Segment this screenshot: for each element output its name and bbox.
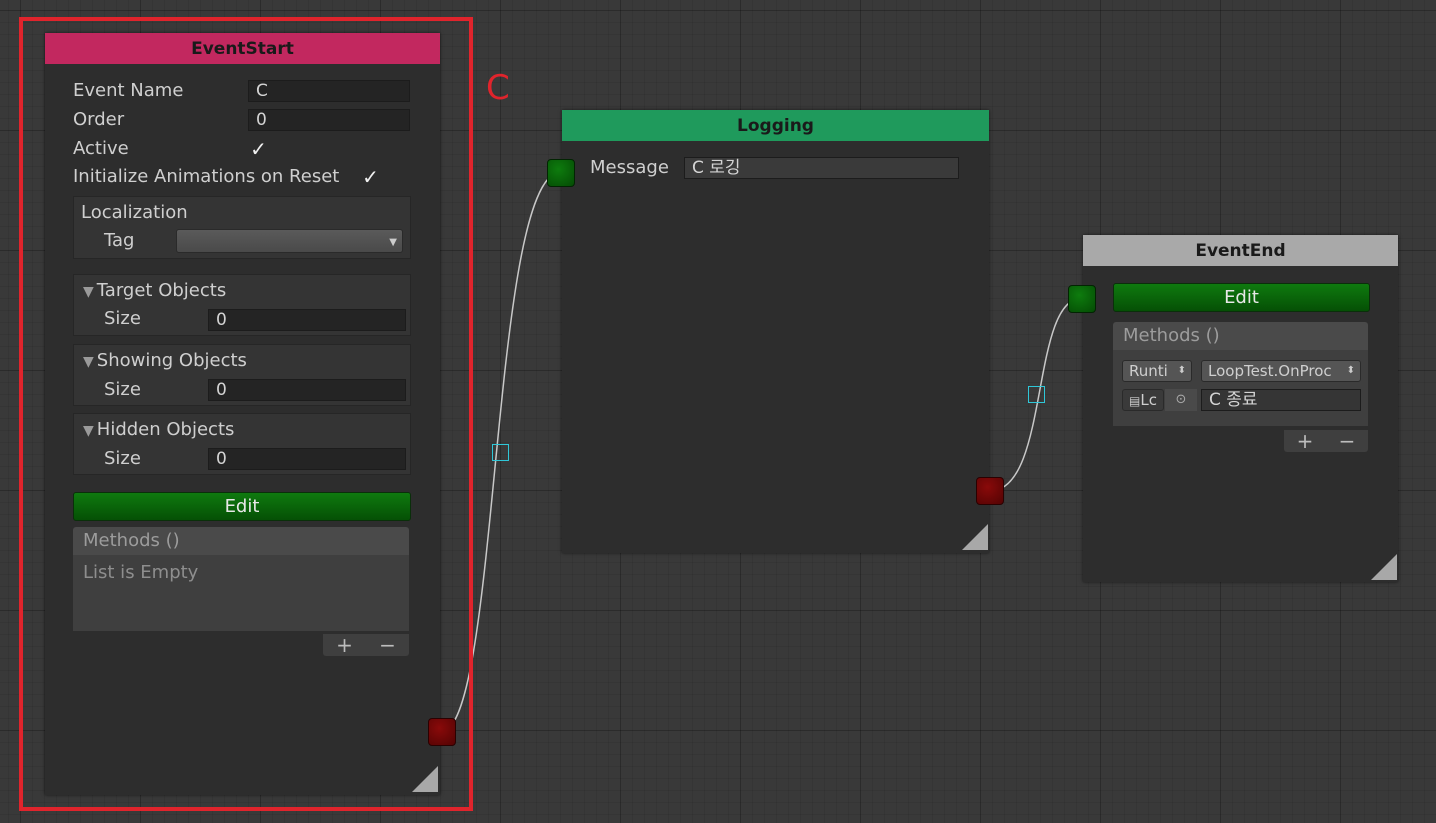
updown-arrows-icon: ⬍	[1346, 365, 1355, 376]
edit-button[interactable]: Edit	[1113, 283, 1370, 312]
logging-header[interactable]: Logging	[562, 110, 989, 141]
message-field[interactable]: C 로깅	[684, 157, 959, 179]
highlight-box	[19, 17, 473, 811]
object-picker-icon[interactable]: ⊙	[1165, 389, 1197, 411]
list-controls: + −	[1284, 429, 1368, 453]
updown-arrows-icon: ⬍	[1177, 365, 1186, 376]
object-value: Lc	[1140, 391, 1157, 409]
methods-list: Runti ⬍ LoopTest.OnProc ⬍ ▤Lc ⊙ C 종료	[1113, 350, 1368, 426]
add-icon[interactable]: +	[1297, 429, 1314, 453]
runtime-value: Runti	[1129, 362, 1168, 380]
message-label: Message	[590, 157, 669, 178]
resize-handle-icon[interactable]	[962, 524, 988, 550]
file-icon: ▤	[1129, 394, 1141, 408]
eventend-node[interactable]: EventEnd Edit Methods () Runti ⬍ LoopTes…	[1083, 235, 1398, 582]
object-field[interactable]: ▤Lc	[1122, 389, 1164, 411]
logging-node[interactable]: Logging Message C 로깅	[562, 110, 989, 553]
runtime-dropdown[interactable]: Runti ⬍	[1122, 360, 1192, 382]
remove-icon[interactable]: −	[1339, 429, 1356, 453]
logging-output-port[interactable]	[976, 477, 1004, 505]
methods-header: Methods ()	[1113, 322, 1368, 350]
annotation-letter: C	[486, 68, 510, 108]
function-dropdown[interactable]: LoopTest.OnProc ⬍	[1201, 360, 1361, 382]
resize-handle-icon[interactable]	[1371, 554, 1397, 580]
logging-input-port[interactable]	[547, 159, 575, 187]
string-argument-field[interactable]: C 종료	[1201, 389, 1361, 411]
wire-handle[interactable]	[1028, 386, 1045, 403]
eventend-header[interactable]: EventEnd	[1083, 235, 1398, 266]
function-value: LoopTest.OnProc	[1208, 362, 1332, 380]
wire-handle[interactable]	[492, 444, 509, 461]
eventend-input-port[interactable]	[1068, 285, 1096, 313]
